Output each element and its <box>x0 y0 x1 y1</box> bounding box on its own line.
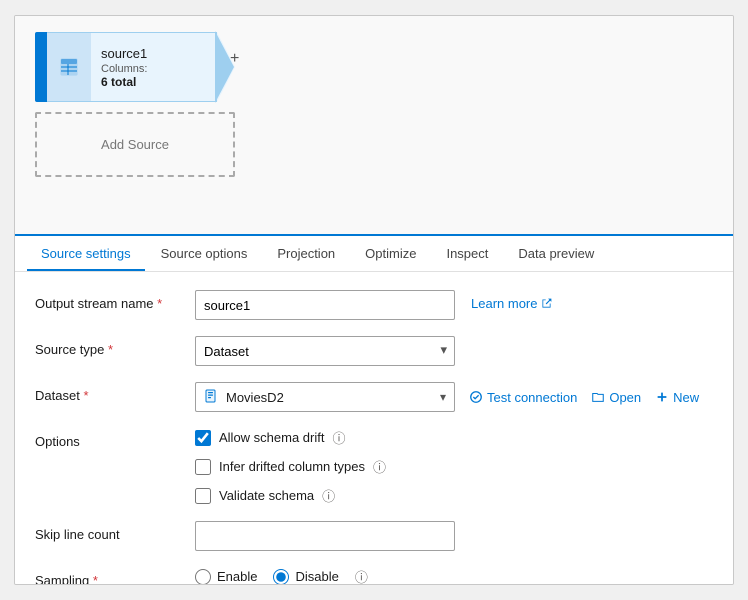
dataset-name: MoviesD2 <box>226 390 440 405</box>
table-icon <box>59 57 79 77</box>
options-row: Options Allow schema drift ⓘ Infer drift… <box>35 428 713 505</box>
dataset-dropdown[interactable]: MoviesD2 ▾ <box>195 382 455 412</box>
infer-drifted-row: Infer drifted column types ⓘ <box>195 457 386 476</box>
source-type-label: Source type * <box>35 336 195 357</box>
options-label: Options <box>35 428 195 449</box>
output-stream-input[interactable] <box>195 290 455 320</box>
infer-drifted-checkbox[interactable] <box>195 459 211 475</box>
dataset-chevron-icon: ▾ <box>440 390 446 404</box>
source-type-select[interactable]: Dataset Inline <box>195 336 455 366</box>
sampling-disable-option[interactable]: Disable <box>273 569 338 585</box>
columns-label: Columns: <box>101 63 147 75</box>
main-window: source1 Columns: 6 total + Add Source So… <box>14 15 734 585</box>
node-icon-area <box>47 32 91 102</box>
source-type-row: Source type * Dataset Inline <box>35 336 713 366</box>
learn-more-link[interactable]: Learn more <box>471 290 553 311</box>
options-control: Allow schema drift ⓘ Infer drifted colum… <box>195 428 386 505</box>
test-connection-button[interactable]: Test connection <box>469 390 577 405</box>
skip-line-count-control <box>195 521 455 551</box>
dataset-actions: Test connection Open New <box>469 390 699 405</box>
sampling-disable-radio[interactable] <box>273 569 289 585</box>
new-icon <box>655 390 669 404</box>
dataset-row: Dataset * MoviesD2 ▾ <box>35 382 713 412</box>
canvas-area: source1 Columns: 6 total + Add Source <box>15 16 733 236</box>
allow-schema-drift-row: Allow schema drift ⓘ <box>195 428 386 447</box>
allow-schema-drift-label: Allow schema drift <box>219 430 324 445</box>
tab-data-preview[interactable]: Data preview <box>504 238 608 271</box>
external-link-icon <box>540 297 553 310</box>
validate-schema-row: Validate schema ⓘ <box>195 486 386 505</box>
validate-schema-label: Validate schema <box>219 488 314 503</box>
sampling-info-icon[interactable]: ⓘ <box>355 567 368 584</box>
allow-schema-drift-info-icon[interactable]: ⓘ <box>332 428 345 447</box>
infer-drifted-label: Infer drifted column types <box>219 459 365 474</box>
dataset-file-icon <box>204 389 220 405</box>
skip-line-count-row: Skip line count <box>35 521 713 551</box>
add-source-label: Add Source <box>101 137 169 152</box>
validate-schema-info-icon[interactable]: ⓘ <box>322 486 335 505</box>
dataset-control: MoviesD2 ▾ Test connection <box>195 382 699 412</box>
tab-source-options[interactable]: Source options <box>147 238 262 271</box>
sampling-enable-option[interactable]: Enable <box>195 569 257 585</box>
sampling-label: Sampling * <box>35 567 195 584</box>
add-node-plus[interactable]: + <box>230 50 239 68</box>
sampling-control: Enable Disable ⓘ <box>195 567 368 584</box>
node-body: source1 Columns: 6 total <box>91 32 217 102</box>
infer-drifted-info-icon[interactable]: ⓘ <box>373 457 386 476</box>
tab-optimize[interactable]: Optimize <box>351 238 430 271</box>
node-left-bar <box>35 32 47 102</box>
output-stream-label: Output stream name * <box>35 290 195 311</box>
allow-schema-drift-checkbox[interactable] <box>195 430 211 446</box>
dataset-label: Dataset * <box>35 382 195 403</box>
columns-value: 6 total <box>101 75 136 89</box>
tab-inspect[interactable]: Inspect <box>432 238 502 271</box>
sampling-enable-radio[interactable] <box>195 569 211 585</box>
node-subtitle: Columns: 6 total <box>101 63 206 89</box>
tabs-bar: Source settings Source options Projectio… <box>15 236 733 272</box>
validate-schema-checkbox[interactable] <box>195 488 211 504</box>
settings-panel: Output stream name * Learn more Source t… <box>15 272 733 584</box>
tab-source-settings[interactable]: Source settings <box>27 238 145 271</box>
source-node[interactable]: source1 Columns: 6 total <box>35 32 235 102</box>
new-button[interactable]: New <box>655 390 699 405</box>
test-connection-icon <box>469 390 483 404</box>
output-stream-row: Output stream name * Learn more <box>35 290 713 320</box>
skip-line-count-input[interactable] <box>195 521 455 551</box>
output-stream-control <box>195 290 455 320</box>
skip-line-count-label: Skip line count <box>35 521 195 542</box>
open-icon <box>591 390 605 404</box>
add-source-box[interactable]: Add Source <box>35 112 235 177</box>
tab-projection[interactable]: Projection <box>263 238 349 271</box>
open-button[interactable]: Open <box>591 390 641 405</box>
sampling-row: Sampling * Enable Disable ⓘ <box>35 567 713 584</box>
source-type-control: Dataset Inline <box>195 336 455 366</box>
node-title: source1 <box>101 46 206 61</box>
